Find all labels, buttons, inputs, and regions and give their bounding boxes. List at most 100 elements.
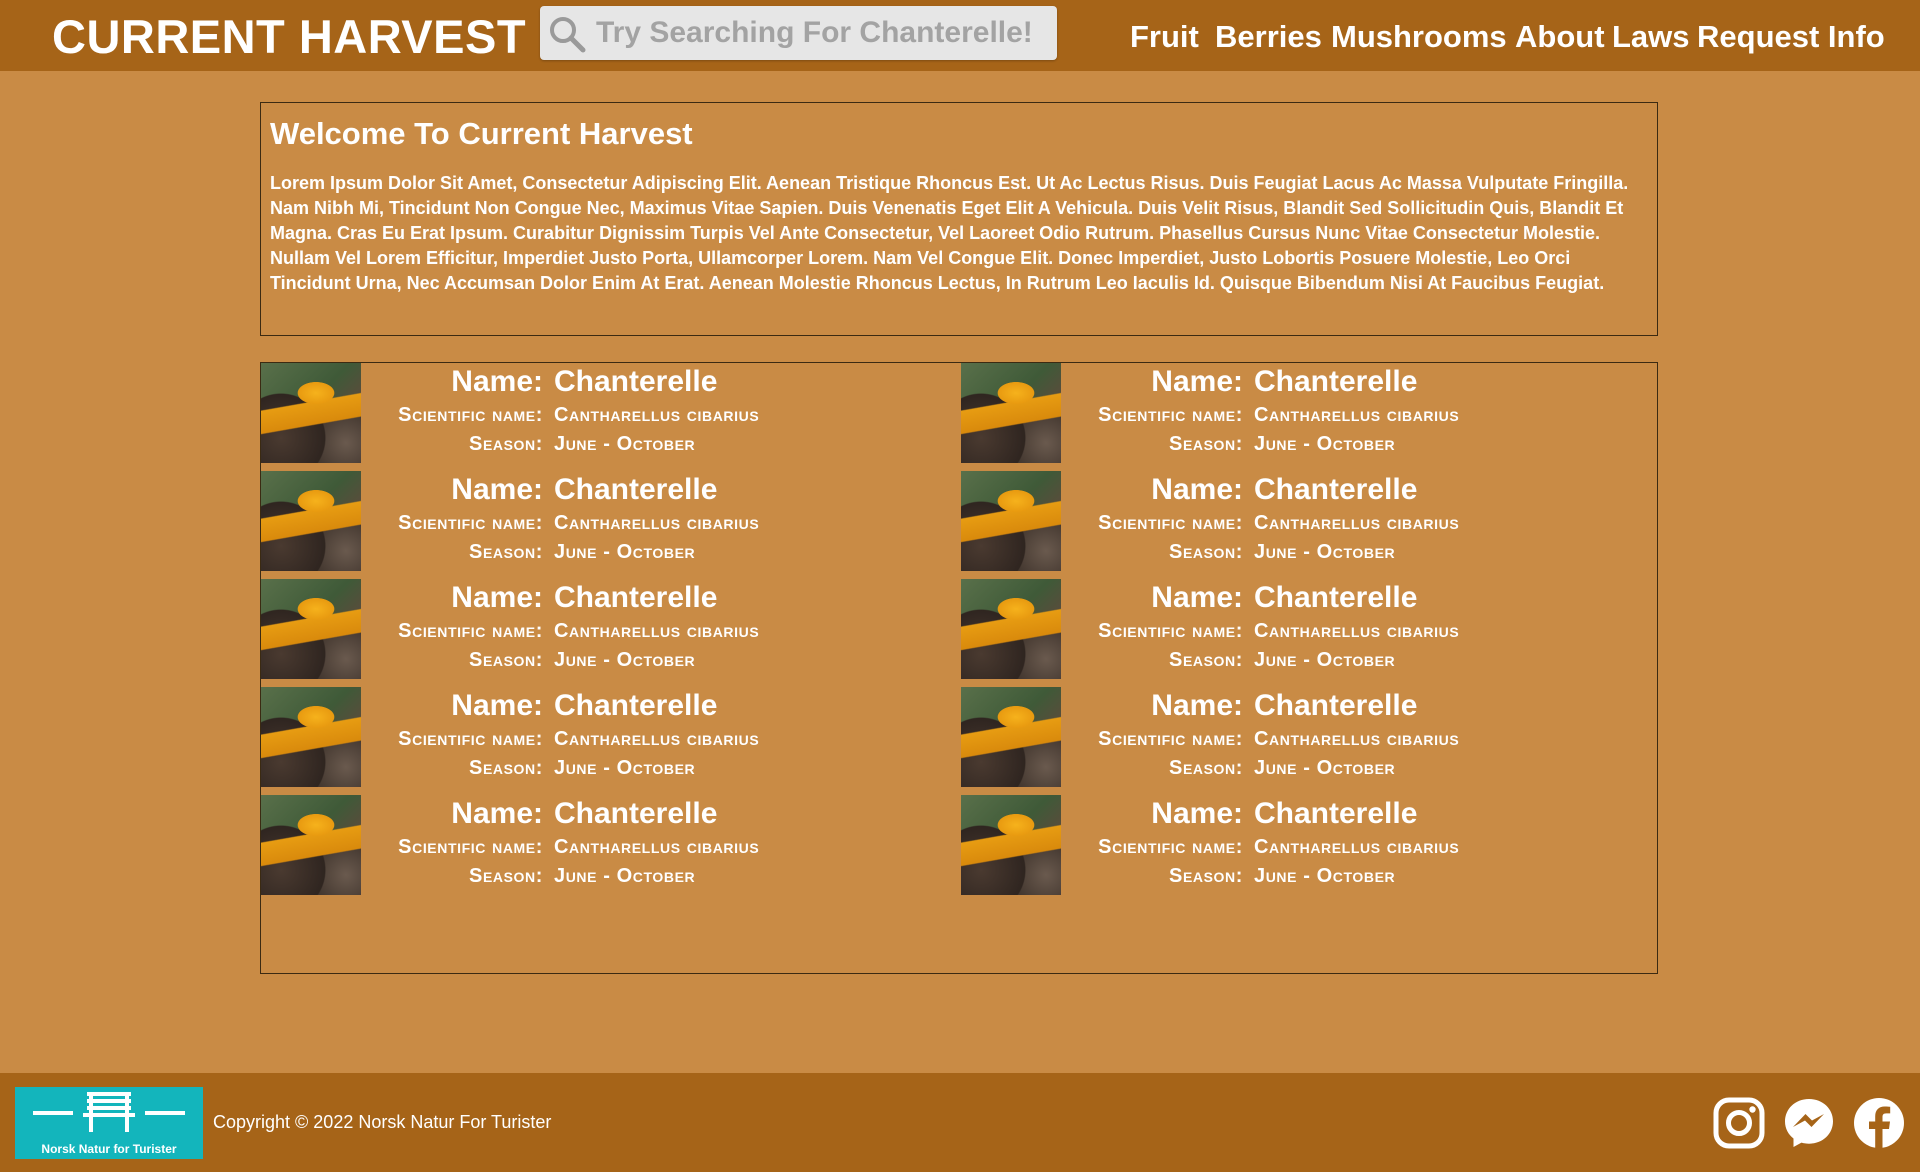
mushroom-thumbnail[interactable] (961, 363, 1061, 463)
welcome-body: Lorem Ipsum Dolor Sit Amet, Consectetur … (270, 173, 1629, 293)
mushroom-thumbnail[interactable] (261, 579, 361, 679)
season-value: June - October (554, 757, 696, 779)
mushroom-thumbnail[interactable] (261, 687, 361, 787)
scientific-row: Scientific name: Cantharellus cibarius (1061, 617, 1601, 645)
name-value: Chanterelle (554, 473, 718, 506)
name-row: Name: Chanterelle (1061, 579, 1601, 617)
mushroom-thumbnail[interactable] (261, 471, 361, 571)
scientific-row: Scientific name: Cantharellus cibarius (361, 617, 901, 645)
name-value: Chanterelle (1254, 581, 1418, 614)
scientific-value: Cantharellus cibarius (554, 512, 760, 534)
footer-logo[interactable]: Norsk Natur for Turister (15, 1087, 203, 1159)
scientific-value: Cantharellus cibarius (1254, 620, 1460, 642)
season-value: June - October (1254, 865, 1396, 887)
site-header: CURRENT HARVEST Fruit Berries Mushrooms … (0, 0, 1920, 71)
nav-laws[interactable]: Laws (1612, 15, 1690, 59)
scientific-row: Scientific name: Cantharellus cibarius (1061, 725, 1601, 753)
site-footer: Norsk Natur for Turister Copyright © 202… (0, 1073, 1920, 1172)
name-value: Chanterelle (554, 689, 718, 722)
scientific-row: Scientific name: Cantharellus cibarius (1061, 509, 1601, 537)
season-label: Season: (1169, 865, 1243, 887)
name-value: Chanterelle (554, 365, 718, 398)
scientific-value: Cantharellus cibarius (1254, 836, 1460, 858)
season-label: Season: (1169, 541, 1243, 563)
season-label: Season: (469, 433, 543, 455)
season-label: Season: (1169, 649, 1243, 671)
scientific-value: Cantharellus cibarius (554, 404, 760, 426)
scientific-value: Cantharellus cibarius (554, 836, 760, 858)
mushroom-card[interactable]: Name: Chanterelle Scientific name: Canthare… (961, 579, 1601, 679)
season-label: Season: (469, 541, 543, 563)
scientific-label: Scientific name: (398, 836, 543, 858)
name-row: Name: Chanterelle (1061, 795, 1601, 833)
season-row: Season: June - October (361, 538, 901, 566)
mushroom-listing: Name: Chanterelle Scientific name: Canthare… (260, 362, 1658, 974)
scientific-row: Scientific name: Cantharellus cibarius (1061, 401, 1601, 429)
mushroom-thumbnail[interactable] (961, 579, 1061, 679)
season-label: Season: (469, 865, 543, 887)
season-label: Season: (1169, 757, 1243, 779)
name-label: Name: (451, 473, 543, 506)
scientific-label: Scientific name: (1098, 620, 1243, 642)
season-row: Season: June - October (1061, 430, 1601, 458)
welcome-panel: Welcome To Current Harvest Lorem Ipsum D… (260, 102, 1658, 336)
nav-request-info[interactable]: Request Info (1697, 15, 1885, 59)
messenger-icon[interactable] (1782, 1096, 1836, 1150)
mushroom-card[interactable]: Name: Chanterelle Scientific name: Canthare… (261, 687, 901, 787)
scientific-label: Scientific name: (398, 728, 543, 750)
scientific-value: Cantharellus cibarius (1254, 728, 1460, 750)
season-row: Season: June - October (361, 430, 901, 458)
mushroom-card[interactable]: Name: Chanterelle Scientific name: Canthare… (961, 363, 1601, 463)
season-row: Season: June - October (361, 646, 901, 674)
bench-icon (33, 1092, 185, 1132)
season-row: Season: June - October (1061, 754, 1601, 782)
season-value: June - October (1254, 757, 1396, 779)
scientific-value: Cantharellus cibarius (1254, 404, 1460, 426)
mushroom-thumbnail[interactable] (961, 795, 1061, 895)
mushroom-card[interactable]: Name: Chanterelle Scientific name: Canthare… (961, 471, 1601, 571)
mushroom-card[interactable]: Name: Chanterelle Scientific name: Canthare… (261, 363, 901, 463)
season-row: Season: June - October (1061, 538, 1601, 566)
footer-logo-text: Norsk Natur for Turister (41, 1142, 177, 1156)
nav-about[interactable]: About (1515, 15, 1605, 59)
scientific-label: Scientific name: (398, 620, 543, 642)
scientific-label: Scientific name: (1098, 728, 1243, 750)
instagram-icon[interactable] (1712, 1096, 1766, 1150)
name-row: Name: Chanterelle (1061, 471, 1601, 509)
scientific-label: Scientific name: (1098, 512, 1243, 534)
scientific-value: Cantharellus cibarius (1254, 512, 1460, 534)
nav-berries[interactable]: Berries (1215, 15, 1322, 59)
mushroom-card[interactable]: Name: Chanterelle Scientific name: Canthare… (261, 795, 901, 895)
nav-fruit[interactable]: Fruit (1130, 15, 1199, 59)
nav-mushrooms[interactable]: Mushrooms (1331, 15, 1507, 59)
mushroom-thumbnail[interactable] (261, 363, 361, 463)
name-label: Name: (1151, 689, 1243, 722)
facebook-icon[interactable] (1852, 1096, 1906, 1150)
name-row: Name: Chanterelle (361, 363, 901, 401)
season-value: June - October (1254, 649, 1396, 671)
season-value: June - October (554, 865, 696, 887)
name-label: Name: (451, 797, 543, 830)
scientific-row: Scientific name: Cantharellus cibarius (1061, 833, 1601, 861)
name-value: Chanterelle (554, 797, 718, 830)
name-row: Name: Chanterelle (361, 795, 901, 833)
scientific-label: Scientific name: (1098, 836, 1243, 858)
mushroom-card[interactable]: Name: Chanterelle Scientific name: Canthare… (961, 795, 1601, 895)
mushroom-thumbnail[interactable] (961, 687, 1061, 787)
name-row: Name: Chanterelle (1061, 687, 1601, 725)
mushroom-thumbnail[interactable] (261, 795, 361, 895)
season-label: Season: (469, 757, 543, 779)
mushroom-card[interactable]: Name: Chanterelle Scientific name: Canthare… (261, 579, 901, 679)
mushroom-card[interactable]: Name: Chanterelle Scientific name: Canthare… (261, 471, 901, 571)
scientific-label: Scientific name: (398, 404, 543, 426)
name-row: Name: Chanterelle (361, 579, 901, 617)
scientific-label: Scientific name: (398, 512, 543, 534)
name-label: Name: (1151, 581, 1243, 614)
name-value: Chanterelle (554, 581, 718, 614)
scientific-row: Scientific name: Cantharellus cibarius (361, 509, 901, 537)
main-nav: Fruit Berries Mushrooms About Laws Reque… (0, 15, 1920, 59)
mushroom-thumbnail[interactable] (961, 471, 1061, 571)
season-value: June - October (1254, 541, 1396, 563)
name-value: Chanterelle (1254, 797, 1418, 830)
mushroom-card[interactable]: Name: Chanterelle Scientific name: Canthare… (961, 687, 1601, 787)
